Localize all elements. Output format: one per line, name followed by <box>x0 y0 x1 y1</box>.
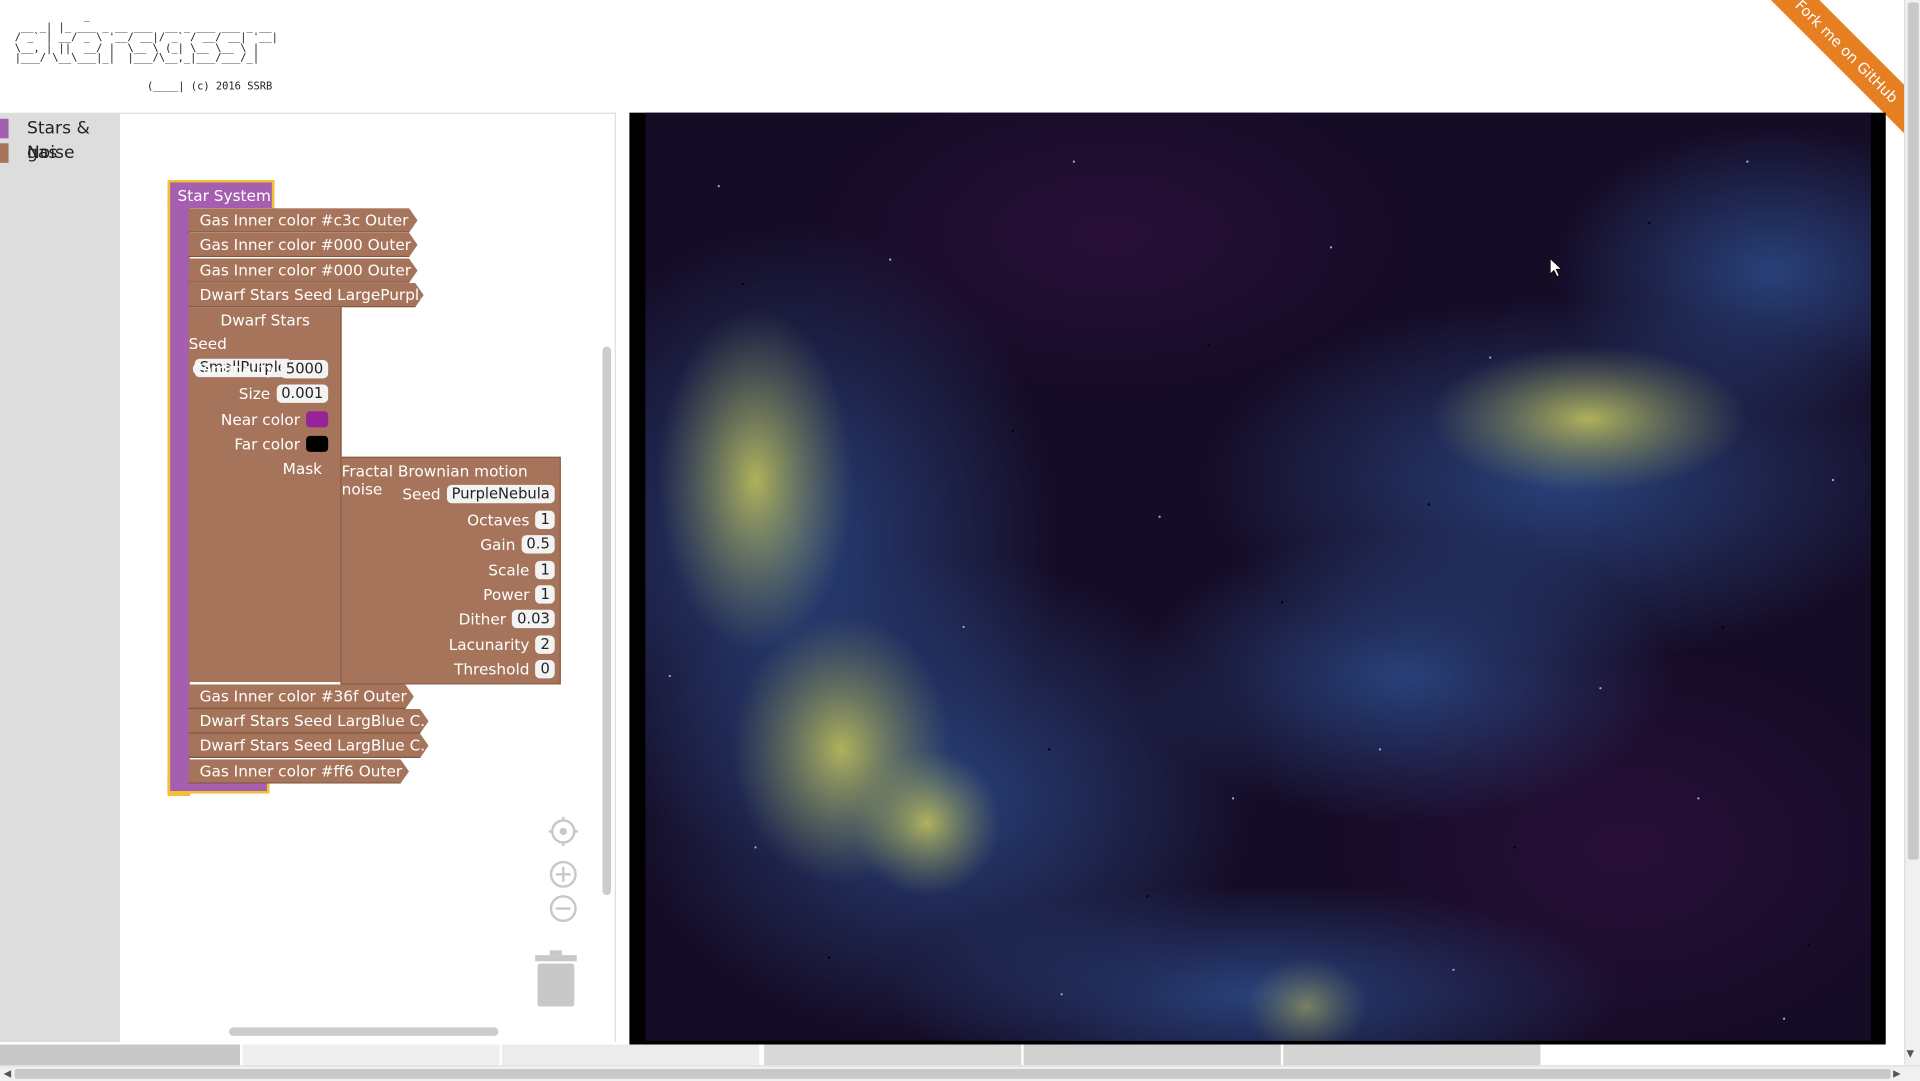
texture-thumbnail[interactable] <box>1283 1044 1541 1066</box>
threshold-field: Threshold 0 <box>454 658 555 682</box>
dwarf-stars-block-collapsed[interactable]: Dwarf Stars Seed LargBlue C... <box>189 709 429 733</box>
lacunarity-input[interactable]: 2 <box>535 635 555 654</box>
threshold-label: Threshold <box>453 660 530 679</box>
category-color-swatch <box>0 118 9 139</box>
page-horizontal-scrollbar[interactable]: ◀ ▶ <box>0 1065 1920 1081</box>
texture-thumbnail[interactable] <box>1023 1044 1281 1066</box>
mask-label: Mask <box>282 459 323 478</box>
seed-label: Seed <box>188 334 227 353</box>
mouse-cursor-icon <box>1550 258 1564 278</box>
near-color-label: Near color <box>220 410 301 429</box>
page-vertical-scrollbar[interactable] <box>1904 0 1920 1066</box>
far-color-field: Far color <box>234 432 329 456</box>
ascii-logo: _ __ _| |_ ___ _ __ ___ __ _ ___ ___ _ _… <box>14 11 278 66</box>
dwarf-stars-block[interactable]: SeedSmallPurple Cardinality 5000 Size 0.00… <box>188 307 342 683</box>
octaves-label: Octaves <box>467 510 530 529</box>
texture-thumbnail[interactable] <box>0 1044 241 1066</box>
scale-input[interactable]: 1 <box>535 560 555 580</box>
toolbox-category-stars-gas[interactable]: Stars & gas <box>0 116 120 163</box>
dwarf-stars-block-collapsed[interactable]: Dwarf Stars Seed LargePurpl... <box>189 283 424 307</box>
category-label: Noise <box>26 143 75 163</box>
texture-thumbnail[interactable] <box>502 1044 760 1066</box>
dither-label: Dither <box>458 609 507 629</box>
gain-label: Gain <box>480 535 516 554</box>
star-system-block-body[interactable] <box>167 205 190 796</box>
gas-block[interactable]: Gas Inner color #000 Outer ... <box>189 233 418 257</box>
seed-field: SeedSmallPurple <box>188 332 329 378</box>
size-field: Size 0.001 <box>238 382 329 406</box>
app-root: _ __ _| |_ ___ _ __ ___ __ _ ___ ___ _ _… <box>0 0 1920 1081</box>
fbm-noise-block[interactable]: Fractal Brownian motion noise Seed Purple… <box>340 456 561 685</box>
scrollbar-thumb[interactable] <box>1907 2 1919 860</box>
noise-seed-label: Seed <box>402 484 441 504</box>
gas-block[interactable]: Gas Inner color #36f Outer ... <box>189 684 414 708</box>
workspace-horizontal-scrollbar[interactable] <box>228 1027 499 1036</box>
size-label: Size <box>238 384 271 403</box>
near-color-swatch[interactable] <box>306 411 329 428</box>
target-icon[interactable] <box>548 816 578 847</box>
scroll-left-icon[interactable]: ◀ <box>4 1067 12 1081</box>
dither-input[interactable]: 0.03 <box>512 609 555 629</box>
texture-thumbnail[interactable] <box>242 1044 500 1066</box>
copyright-text: (____| (c) 2016 SSRB <box>146 80 273 94</box>
lacunarity-label: Lacunarity <box>448 635 530 654</box>
scroll-right-icon[interactable]: ▶ <box>1893 1067 1901 1081</box>
star-system-block[interactable]: Star System <box>167 180 275 209</box>
category-color-swatch <box>0 143 9 163</box>
gas-block[interactable]: Gas Inner color #000 Outer ... <box>189 258 418 282</box>
gas-block[interactable]: Gas Inner color #c3c Outer ... <box>189 208 418 232</box>
plus-circle-icon[interactable] <box>549 860 578 889</box>
gain-input[interactable]: 0.5 <box>521 535 555 554</box>
dwarf-stars-title: Dwarf Stars <box>220 311 311 330</box>
toolbox-category-noise[interactable]: Noise <box>0 141 120 165</box>
octaves-input[interactable]: 1 <box>535 510 555 529</box>
texture-thumbnail[interactable] <box>764 1044 1022 1066</box>
far-color-swatch[interactable] <box>306 435 329 452</box>
toolbox: Stars & gas Noise <box>0 113 121 1043</box>
noise-seed-field: Seed PurpleNebula <box>402 482 555 506</box>
cardinality-label: Cardinality <box>192 360 275 379</box>
dwarf-stars-block-collapsed[interactable]: Dwarf Stars Seed LargBlue C... <box>189 733 429 757</box>
far-color-label: Far color <box>234 434 301 454</box>
lacunarity-field: Lacunarity 2 <box>449 633 555 657</box>
cardinality-field: Cardinality 5000 <box>192 358 329 382</box>
gain-field: Gain 0.5 <box>480 533 555 557</box>
minus-circle-icon[interactable] <box>549 894 578 923</box>
noise-seed-input[interactable]: PurpleNebula <box>446 484 555 504</box>
mask-field: Mask <box>283 457 322 481</box>
workspace-vertical-scrollbar[interactable] <box>602 346 612 896</box>
gas-block[interactable]: Gas Inner color #ff6 Outer ... <box>189 759 409 783</box>
starfield-canvas[interactable] <box>645 112 1872 1041</box>
cardinality-input[interactable]: 5000 <box>280 360 329 379</box>
power-field: Power 1 <box>483 583 555 607</box>
size-input[interactable]: 0.001 <box>276 384 329 403</box>
octaves-field: Octaves 1 <box>467 508 555 532</box>
trash-icon[interactable] <box>534 950 578 1009</box>
threshold-input[interactable]: 0 <box>535 660 555 679</box>
scale-label: Scale <box>488 560 530 580</box>
dither-field: Dither 0.03 <box>459 607 555 631</box>
scrollbar-thumb[interactable] <box>14 1068 1891 1079</box>
power-input[interactable]: 1 <box>535 585 555 604</box>
scale-field: Scale 1 <box>488 558 555 582</box>
texture-preview-strip <box>0 1044 1905 1066</box>
power-label: Power <box>483 585 530 604</box>
near-color-field: Near color <box>220 408 329 432</box>
scroll-down-icon[interactable]: ▼ <box>1907 1048 1915 1059</box>
